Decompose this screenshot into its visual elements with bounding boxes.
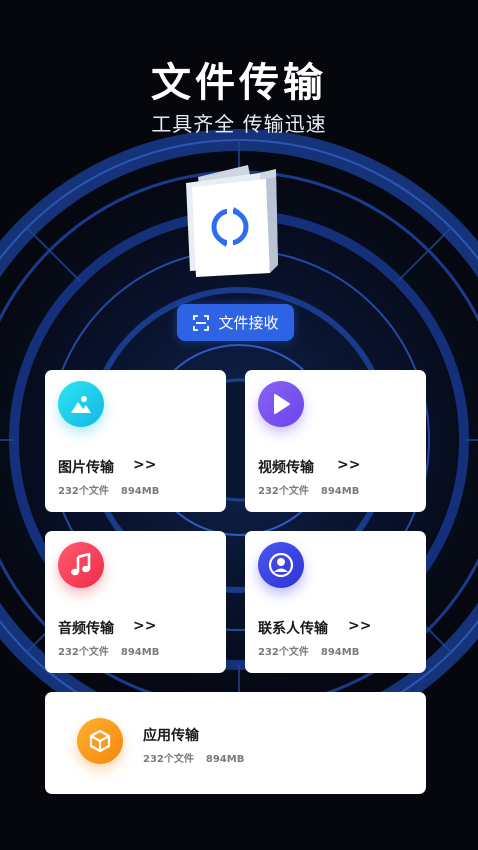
file-size: 894MB bbox=[320, 486, 360, 497]
chevron-double-right-icon: >> bbox=[133, 457, 157, 473]
page-title: 文件传输 bbox=[151, 60, 327, 106]
play-icon bbox=[258, 381, 304, 427]
music-note-icon bbox=[58, 542, 104, 588]
file-receive-button[interactable]: 文件接收 bbox=[177, 304, 294, 341]
image-icon bbox=[58, 381, 104, 427]
cube-icon bbox=[77, 718, 123, 764]
page-subtitle: 工具齐全 传输迅速 bbox=[151, 112, 327, 136]
file-count: 232个文件 bbox=[58, 486, 109, 497]
app-transfer-card[interactable]: 应用传输 232个文件 894MB bbox=[45, 692, 426, 794]
file-size: 894MB bbox=[320, 647, 360, 658]
card-meta: 232个文件 894MB bbox=[58, 482, 159, 497]
contacts-transfer-card[interactable]: 联系人传输 >> 232个文件 894MB bbox=[245, 531, 426, 673]
file-count: 232个文件 bbox=[58, 647, 109, 658]
person-icon bbox=[258, 542, 304, 588]
folder-transfer-illustration bbox=[186, 165, 278, 277]
picture-transfer-card[interactable]: 图片传输 >> 232个文件 894MB bbox=[45, 370, 226, 512]
audio-transfer-card[interactable]: 音频传输 >> 232个文件 894MB bbox=[45, 531, 226, 673]
card-title: 应用传输 bbox=[143, 728, 199, 744]
chevron-double-right-icon: >> bbox=[348, 618, 372, 634]
file-size: 894MB bbox=[120, 647, 160, 658]
chevron-double-right-icon: >> bbox=[337, 457, 361, 473]
card-title: 联系人传输 bbox=[258, 621, 328, 637]
card-meta: 232个文件 894MB bbox=[58, 643, 159, 658]
card-meta: 232个文件 894MB bbox=[143, 750, 244, 765]
file-size: 894MB bbox=[205, 754, 245, 765]
card-title: 图片传输 bbox=[58, 460, 114, 476]
card-meta: 232个文件 894MB bbox=[258, 482, 359, 497]
chevron-double-right-icon: >> bbox=[133, 618, 157, 634]
file-receive-label: 文件接收 bbox=[218, 314, 279, 332]
file-count: 232个文件 bbox=[258, 647, 309, 658]
file-count: 232个文件 bbox=[258, 486, 309, 497]
scan-icon bbox=[193, 314, 210, 331]
video-transfer-card[interactable]: 视频传输 >> 232个文件 894MB bbox=[245, 370, 426, 512]
card-meta: 232个文件 894MB bbox=[258, 643, 359, 658]
file-count: 232个文件 bbox=[143, 754, 194, 765]
card-title: 视频传输 bbox=[258, 460, 314, 476]
card-title: 音频传输 bbox=[58, 621, 114, 637]
file-size: 894MB bbox=[120, 486, 160, 497]
